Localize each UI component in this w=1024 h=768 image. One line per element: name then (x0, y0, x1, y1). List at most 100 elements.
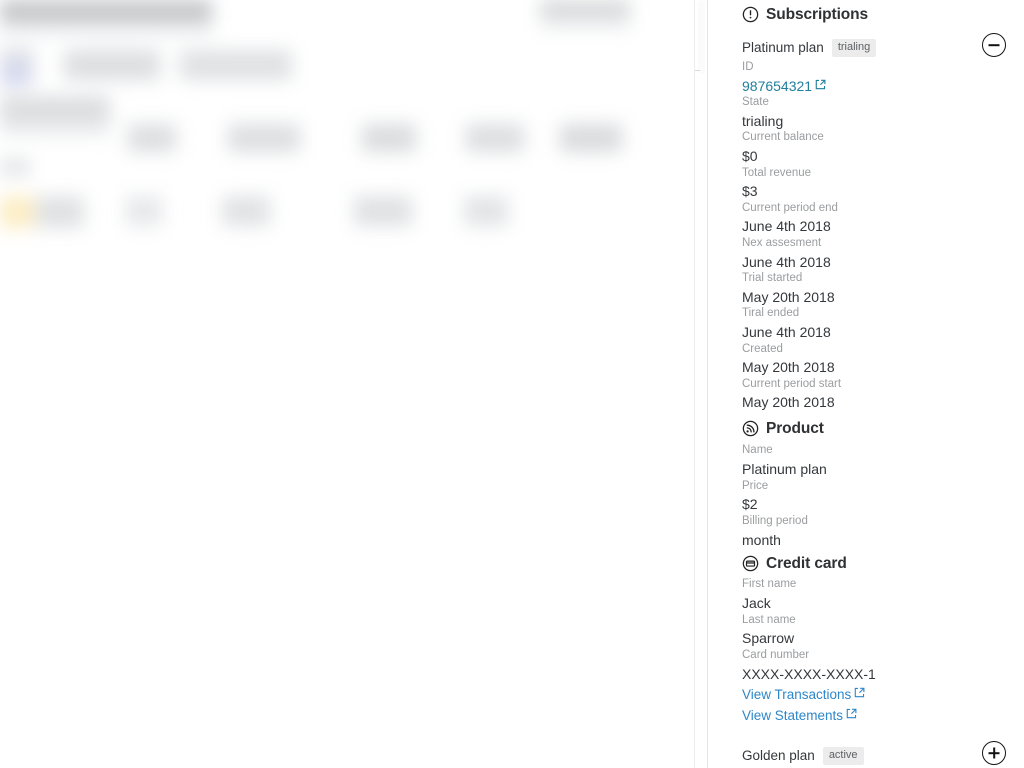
field-label: Current balance (742, 131, 824, 144)
plan-name: Golden plan (742, 748, 815, 764)
redacted-block (126, 196, 162, 226)
field-row: Current balance $0 (742, 132, 824, 163)
field-value: May 20th 2018 (742, 288, 835, 305)
section-header-subscriptions: Subscriptions (742, 6, 868, 23)
field-row: Nex assesment June 4th 2018 (742, 237, 831, 270)
field-row: Current period start May 20th 2018 (742, 377, 842, 411)
redacted-block (180, 50, 292, 80)
field-label: Current period start (742, 377, 842, 390)
field-label: First name (742, 578, 797, 590)
redacted-block (466, 124, 524, 152)
view-transactions-link[interactable]: View Transactions (742, 687, 865, 702)
field-label: Current period end (742, 201, 838, 214)
redacted-block (540, 18, 630, 30)
view-transactions-label: View Transactions (742, 687, 852, 702)
field-label: Last name (742, 613, 796, 626)
section-header-product: Product (742, 420, 824, 437)
subscription-plan-row[interactable]: Golden plan active (742, 747, 864, 765)
field-value: June 4th 2018 (742, 218, 831, 235)
field-row: Tiral ended June 4th 2018 (742, 308, 831, 339)
field-value: June 4th 2018 (742, 323, 831, 340)
field-value: Sparrow (742, 630, 795, 646)
redacted-content-blur (0, 0, 694, 768)
external-link-icon (815, 79, 826, 90)
field-label: Nex assesment (742, 237, 822, 249)
redacted-block (0, 158, 30, 176)
details-side-panel: Subscriptions Platinum plan trialing ID 9… (708, 0, 1024, 768)
field-label: State (742, 96, 769, 109)
field-label: Created (742, 342, 783, 355)
section-title-credit-card: Credit card (766, 554, 847, 572)
field-value: Platinum plan (742, 460, 827, 477)
main-content-area (0, 0, 694, 768)
field-row: Price $2 (742, 479, 769, 512)
field-value: Jack (742, 594, 771, 611)
field-row: Trial started May 20th 2018 (742, 273, 835, 304)
status-badge: trialing (831, 39, 877, 57)
redacted-block (0, 96, 110, 122)
redacted-block (540, 0, 630, 18)
external-link-icon (846, 708, 857, 719)
field-value: May 20th 2018 (742, 359, 835, 376)
field-label: Card number (742, 649, 810, 661)
redacted-block (64, 50, 160, 80)
redacted-block (362, 124, 416, 152)
field-value: $0 (742, 147, 758, 164)
field-value: month (742, 531, 781, 548)
field-row: Last name Sparrow (742, 613, 796, 646)
subscription-plan-row[interactable]: Platinum plan trialing (742, 39, 877, 57)
field-row: Card number XXXX-XXXX-XXXX-1 (742, 649, 876, 682)
field-value: $3 (742, 183, 758, 200)
redacted-block (0, 0, 212, 22)
scrollbar-tick (695, 70, 700, 71)
field-row: ID 987654321 (742, 61, 826, 94)
field-value: trialing (742, 112, 784, 129)
field-label: Total revenue (742, 166, 812, 179)
field-value: XXXX-XXXX-XXXX-1 (742, 665, 876, 682)
minus-circle-icon[interactable] (982, 33, 1006, 57)
section-title-subscriptions: Subscriptions (766, 5, 869, 23)
status-badge: active (822, 747, 864, 765)
rss-circle-icon (742, 420, 759, 437)
redacted-block (0, 122, 110, 136)
field-value-link[interactable]: 987654321 (742, 78, 826, 94)
field-label: ID (742, 61, 754, 73)
external-link-icon (854, 687, 865, 698)
redacted-block (228, 124, 300, 152)
plan-name: Platinum plan (742, 40, 824, 56)
field-row: Name Platinum plan (742, 444, 827, 477)
redacted-block (0, 22, 212, 36)
redacted-block (0, 196, 34, 228)
field-row: State trialing (742, 97, 783, 128)
field-row: Total revenue $3 (742, 166, 812, 200)
view-statements-label: View Statements (742, 708, 844, 723)
exclamation-circle-icon (742, 6, 759, 23)
field-label: Name (742, 444, 773, 456)
credit-card-circle-icon (742, 555, 759, 572)
field-label: Price (742, 479, 769, 492)
field-value: May 20th 2018 (742, 394, 835, 411)
field-value: $2 (742, 496, 758, 512)
redacted-block (464, 196, 508, 226)
redacted-block (222, 196, 270, 226)
scrollbar-thumb[interactable] (698, 0, 705, 74)
redacted-block (36, 196, 84, 228)
field-row: Billing period month (742, 515, 808, 548)
app-root: Subscriptions Platinum plan trialing ID 9… (0, 0, 1024, 768)
redacted-block (354, 196, 412, 226)
vertical-scrollbar[interactable] (694, 0, 708, 768)
section-header-credit-card: Credit card (742, 555, 847, 572)
field-label: Billing period (742, 515, 808, 527)
redacted-block (0, 64, 30, 86)
field-row: First name Jack (742, 578, 797, 611)
field-label: Trial started (742, 272, 803, 285)
field-label: Tiral ended (742, 307, 800, 320)
field-value: June 4th 2018 (742, 253, 831, 270)
redacted-block (560, 124, 622, 152)
section-title-product: Product (766, 419, 824, 437)
plus-circle-icon[interactable] (982, 741, 1006, 765)
field-row: Current period end June 4th 2018 (742, 201, 838, 235)
field-row: Created May 20th 2018 (742, 342, 835, 376)
redacted-block (128, 124, 176, 152)
view-statements-link[interactable]: View Statements (742, 708, 857, 723)
